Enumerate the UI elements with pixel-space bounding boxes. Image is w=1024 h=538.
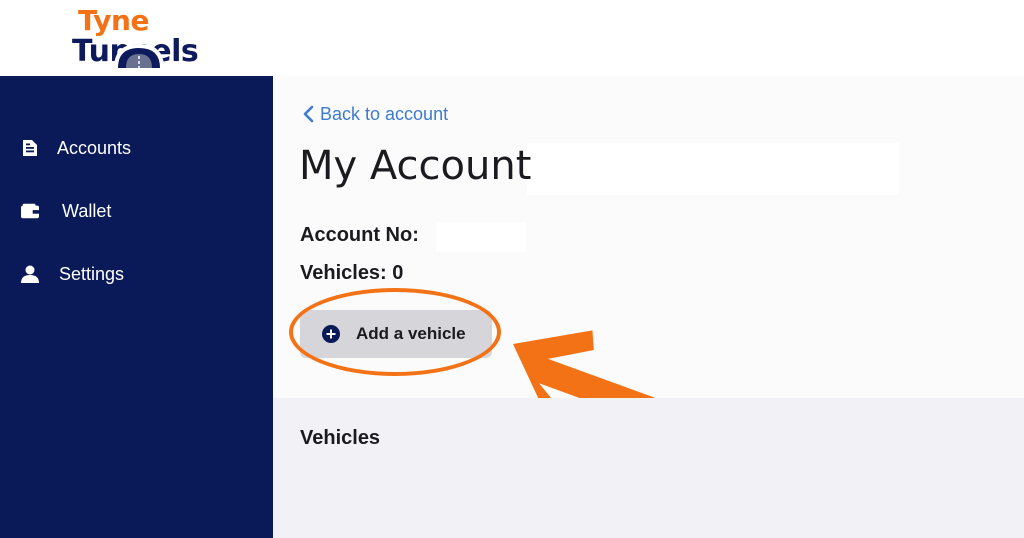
add-vehicle-button[interactable]: Add a vehicle — [300, 310, 492, 358]
sidebar-item-label: Wallet — [62, 200, 112, 221]
tunnel-arch-icon — [114, 44, 164, 68]
wallet-icon — [21, 201, 39, 221]
back-to-account-link[interactable]: Back to account — [302, 103, 448, 125]
account-number-label: Account No: — [300, 224, 419, 246]
account-number-value — [436, 222, 526, 252]
logo-text-tyne: Tyne — [78, 4, 149, 37]
logo-area: Tyne Tunnels — [0, 0, 273, 76]
back-link-label: Back to account — [320, 103, 449, 124]
plus-circle-icon — [322, 325, 340, 343]
sidebar-item-wallet[interactable]: Wallet — [0, 191, 273, 231]
sidebar-item-label: Accounts — [57, 137, 132, 158]
title-background — [527, 143, 899, 195]
vehicles-section-title: Vehicles — [300, 427, 381, 449]
document-icon — [21, 138, 39, 158]
sidebar-nav: Accounts Wallet Settings — [0, 76, 273, 538]
tyne-tunnels-logo[interactable]: Tyne Tunnels — [72, 4, 204, 72]
add-vehicle-label: Add a vehicle — [356, 324, 466, 343]
header-bar — [273, 0, 1024, 76]
chevron-left-icon — [303, 105, 314, 123]
user-icon — [21, 264, 39, 284]
sidebar-item-label: Settings — [59, 263, 125, 284]
vehicles-section — [273, 398, 1024, 538]
sidebar: Tyne Tunnels Accounts — [0, 0, 273, 538]
sidebar-item-settings[interactable]: Settings — [0, 254, 273, 294]
page-title: My Account — [299, 143, 532, 189]
sidebar-item-accounts[interactable]: Accounts — [0, 128, 273, 168]
vehicles-count: Vehicles: 0 — [300, 262, 404, 284]
